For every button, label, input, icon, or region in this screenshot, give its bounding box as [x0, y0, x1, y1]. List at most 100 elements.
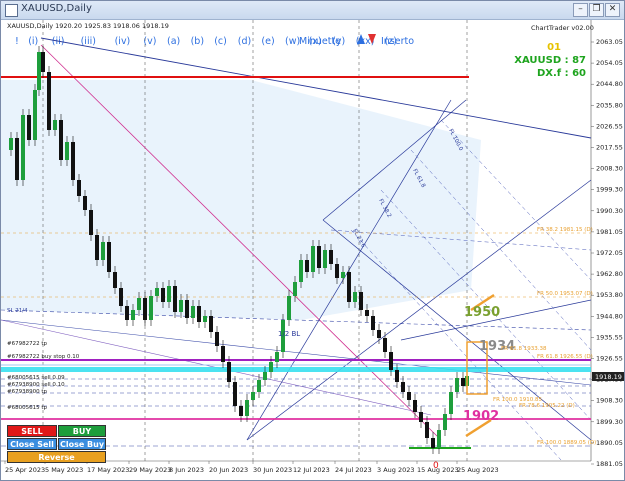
candle-body [71, 142, 75, 180]
price-tick-label: 2054.05 [596, 59, 623, 67]
candle-body [341, 272, 345, 278]
chart-area[interactable]: XAUUSD,Daily 1920.20 1925.83 1918.06 191… [1, 20, 624, 480]
price-tick-label: 1944.80 [596, 312, 623, 320]
candle-body [425, 422, 429, 438]
close-sell-button[interactable]: Close Sell [7, 438, 57, 450]
fib-label: FR 50.0 1953.07 (D) [537, 291, 593, 297]
buy-button[interactable]: BUY [58, 425, 106, 437]
candle-body [461, 378, 465, 386]
price-tick-label: 1899.30 [596, 418, 623, 426]
candle-body [95, 235, 99, 260]
candle-body [431, 438, 435, 448]
candle-body [155, 288, 159, 296]
wave-label-6[interactable]: (a) [167, 36, 180, 47]
candle-body [287, 296, 291, 320]
date-tick-label: 24 Jul 2023 [335, 466, 372, 474]
candle-body [179, 300, 183, 312]
price-tick-label: 1881.05 [596, 460, 623, 468]
wave-label-4[interactable]: (iv) [115, 36, 131, 47]
price-tick-label: 1926.55 [596, 355, 623, 363]
order-label: #67938900 tp [7, 389, 48, 395]
candle-body [41, 52, 45, 72]
fib-label: FR 61.8 1926.55 (D) [537, 354, 593, 360]
date-tick-label: 29 May 2023 [129, 466, 171, 474]
candle-body [167, 286, 171, 302]
fib-label: FR 100.0 1889.05 (D) [537, 440, 596, 446]
candle-body [365, 310, 369, 316]
candle-body [347, 272, 351, 302]
candle-body [137, 298, 141, 310]
reverse-button[interactable]: Reverse [7, 451, 106, 463]
price-tick-label: 1908.30 [596, 397, 623, 405]
candle-body [107, 242, 111, 272]
date-tick-label: 3 Aug 2023 [377, 466, 415, 474]
candle-body [389, 352, 393, 370]
candle-body [15, 138, 19, 180]
candle-body [221, 346, 225, 362]
wave-label-1[interactable]: (i) [28, 36, 38, 47]
candle-body [263, 372, 267, 380]
price-tick-label: 1890.05 [596, 439, 623, 447]
wave-mode[interactable]: Minuette [299, 36, 341, 47]
candle-body [335, 264, 339, 278]
wave-label-16[interactable]: o [408, 36, 414, 47]
price-tick-label: 2044.80 [596, 80, 623, 88]
candle-body [251, 392, 255, 400]
candle-body [407, 392, 411, 400]
minimize-button[interactable]: – [573, 3, 588, 17]
candle-body [419, 412, 423, 422]
candle-body [215, 332, 219, 346]
candle-body [9, 138, 13, 150]
date-tick-label: 25 Aug 2023 [457, 466, 499, 474]
wave-label-11[interactable]: (w) [285, 36, 300, 47]
insert-button[interactable]: Insert [381, 36, 409, 47]
candle-body [197, 306, 201, 322]
fib-label: FR 78.6 1905.22 (D) [519, 403, 575, 409]
candle-body [353, 292, 357, 302]
order-label: #68005615 sell 0.09 [7, 375, 65, 381]
sell-button[interactable]: SELL [7, 425, 57, 437]
candle-body [269, 362, 273, 372]
close-button[interactable]: ✕ [605, 3, 620, 17]
price-tick-label: 1999.30 [596, 186, 623, 194]
price-chart[interactable]: XAUUSD,Daily 1920.20 1925.83 1918.06 191… [1, 20, 624, 480]
candle-body [449, 392, 453, 414]
candle-body [65, 142, 69, 160]
candle-body [27, 115, 31, 140]
candle-body [77, 180, 81, 196]
fib-label: FR 61.8 1933.38 [501, 346, 547, 352]
candle-body [377, 330, 381, 338]
title-bar[interactable]: XAUUSD,Daily – ❐ ✕ [1, 1, 624, 20]
info-line-3: DX.f : 60 [537, 68, 586, 79]
candle-body [413, 400, 417, 412]
candle-body [83, 196, 87, 210]
price-tick-label: 2035.80 [596, 101, 623, 109]
close-buy-button[interactable]: Close Buy [58, 438, 106, 450]
cyan-band[interactable] [1, 367, 591, 372]
sl-tag: SL 21/4 [7, 308, 28, 314]
wave-label-5[interactable]: (v) [143, 36, 156, 47]
restore-button[interactable]: ❐ [589, 3, 604, 17]
wave-label-10[interactable]: (e) [261, 36, 274, 47]
candle-body [33, 90, 37, 140]
wave-label-8[interactable]: (c) [214, 36, 227, 47]
price-tick-label: 2063.05 [596, 38, 623, 46]
chart-window: XAUUSD,Daily – ❐ ✕ XAUUSD,Daily 1920.20 … [0, 0, 625, 481]
price-tick-label: 1990.30 [596, 207, 623, 215]
candle-body [21, 115, 25, 180]
wave-label-9[interactable]: (d) [238, 36, 251, 47]
candle-body [161, 288, 165, 302]
window-title: XAUUSD,Daily [21, 3, 92, 14]
wave-label-7[interactable]: (b) [191, 36, 204, 47]
candle-body [311, 246, 315, 272]
level-1902-label: 1902 [463, 409, 499, 424]
candle-body [185, 300, 189, 318]
candle-body [245, 400, 249, 416]
candle-body [119, 288, 123, 306]
candle-body [305, 260, 309, 272]
candle-body [299, 260, 303, 282]
date-tick-label: 17 May 2023 [87, 466, 129, 474]
wave-label-0[interactable]: ! [15, 36, 19, 47]
order-label: #67938900 sell 0.10 [7, 382, 65, 388]
price-tick-label: 1953.80 [596, 291, 623, 299]
